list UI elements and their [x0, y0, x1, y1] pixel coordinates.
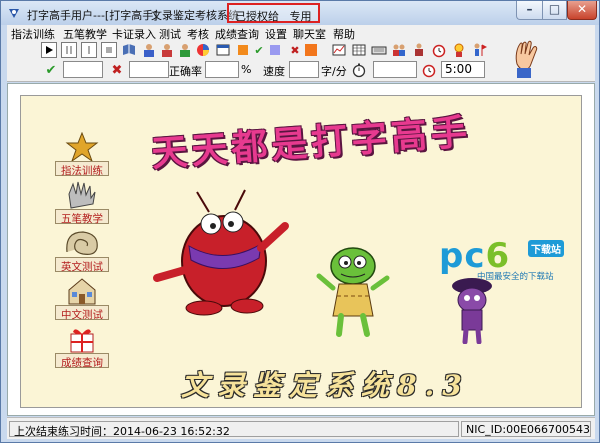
client-area: 天天都是打字高手 pc6 下载站 中国最安全的下载站 文录鉴定系统8.3 指法训… [7, 83, 595, 416]
grid-icon[interactable] [351, 42, 367, 58]
user-red-icon[interactable] [159, 42, 175, 58]
last-practice-time: 上次结束练习时间：2014-06-23 16:52:32 [9, 421, 459, 438]
close-icon: ✕ [576, 2, 588, 16]
color-wheel-icon[interactable] [195, 42, 211, 58]
authorization-label: 已授权给 专用 [227, 3, 320, 23]
pc6-logo-tag: 下载站 [528, 240, 564, 257]
cross-icon[interactable]: ✖ [287, 42, 303, 58]
speed-unit: 字/分 [321, 65, 347, 78]
side-label-fingering: 指法训练 [55, 161, 109, 177]
speed-label: 速度 [263, 65, 285, 78]
clock-man-icon[interactable] [451, 42, 467, 58]
accuracy-field [205, 61, 239, 78]
side-label-wubi: 五笔教学 [55, 209, 109, 225]
side-label-score-query: 成绩查询 [55, 353, 109, 369]
wrong-count-field [129, 61, 169, 78]
app-window: 打字高手用户---[打字高手] 文录鉴定考核系统 已授权给 专用 – □ ✕ 指… [0, 0, 600, 443]
pc6-logo-subtitle: 中国最安全的下载站 [477, 272, 554, 282]
maximize-button[interactable]: □ [542, 1, 567, 20]
accuracy-unit: % [241, 63, 252, 76]
house-icon [68, 278, 96, 305]
title-bar[interactable]: 打字高手用户---[打字高手] 文录鉴定考核系统 已授权给 专用 – □ ✕ [1, 1, 599, 25]
timer-alarm-icon [421, 62, 437, 78]
alarm-clock-icon[interactable] [431, 42, 447, 58]
pause-icon[interactable] [61, 42, 77, 58]
nic-id: NIC_ID:00E066700543 [461, 421, 591, 437]
subline: 文录鉴定系统8.3 [181, 369, 470, 402]
app-icon [9, 9, 19, 18]
side-button-chinese-test[interactable]: 中文测试 [51, 276, 113, 321]
wrong-icon: ✖ [111, 62, 123, 78]
orange-block-icon[interactable] [303, 42, 319, 58]
chart-icon[interactable] [331, 42, 347, 58]
person-flag-icon[interactable] [471, 42, 487, 58]
user-blue-icon[interactable] [141, 42, 157, 58]
accuracy-label: 正确率 [169, 65, 202, 78]
speed-field [289, 61, 319, 78]
window-icon[interactable] [215, 42, 231, 58]
star-icon [65, 132, 99, 162]
side-label-english-test: 英文测试 [55, 257, 109, 273]
elapsed-time-field [373, 61, 417, 78]
side-label-chinese-test: 中文测试 [55, 305, 109, 321]
side-button-english-test[interactable]: 英文测试 [51, 228, 113, 273]
people-icon[interactable] [391, 42, 407, 58]
step-icon[interactable] [81, 42, 97, 58]
play-icon[interactable] [41, 42, 57, 58]
menu-bar: 指法训练 五笔教学 卡证录入 测试 考核 成绩查询 设置 聊天室 帮助 [7, 25, 595, 41]
minimize-button[interactable]: – [516, 1, 542, 20]
purple-character-illustration [452, 278, 492, 344]
hand-icon [68, 181, 96, 209]
keyboard-icon[interactable] [371, 42, 387, 58]
red-character-illustration [153, 189, 289, 316]
side-button-wubi[interactable]: 五笔教学 [51, 180, 113, 225]
check-icon[interactable]: ✔ [251, 42, 267, 58]
green-character-illustration [316, 247, 390, 337]
correct-count-field [63, 61, 103, 78]
status-bar: 上次结束练习时间：2014-06-23 16:52:32 NIC_ID:00E0… [7, 417, 595, 439]
book-icon[interactable] [121, 42, 137, 58]
headline: 天天都是打字高手 [150, 110, 473, 176]
side-button-fingering[interactable]: 指法训练 [51, 132, 113, 177]
maximize-icon: □ [548, 2, 561, 16]
side-button-score-query[interactable]: 成绩查询 [51, 324, 113, 369]
hand-wave-icon[interactable] [511, 38, 541, 80]
main-panel: 天天都是打字高手 pc6 下载站 中国最安全的下载站 文录鉴定系统8.3 指法训… [20, 95, 582, 408]
shell-icon [66, 231, 98, 255]
stop-icon[interactable] [101, 42, 117, 58]
orange-square-icon[interactable] [235, 42, 251, 58]
system-name: 文录鉴定考核系统 [151, 9, 239, 22]
minimize-icon: – [526, 2, 533, 16]
gift-icon [70, 329, 94, 353]
user-green-icon[interactable] [177, 42, 193, 58]
timer-display[interactable]: 5:00 [441, 61, 485, 78]
group-icon[interactable] [411, 42, 427, 58]
correct-icon: ✔ [45, 62, 57, 78]
window-title: 打字高手用户---[打字高手] [27, 9, 158, 22]
close-button[interactable]: ✕ [567, 1, 597, 20]
toolbar-area: ✔ ✖ ✔ ✖ 正确率 % 速度 字/分 5:00 [7, 40, 595, 82]
stopwatch-icon [351, 62, 367, 78]
lavender-square-icon[interactable] [267, 42, 283, 58]
